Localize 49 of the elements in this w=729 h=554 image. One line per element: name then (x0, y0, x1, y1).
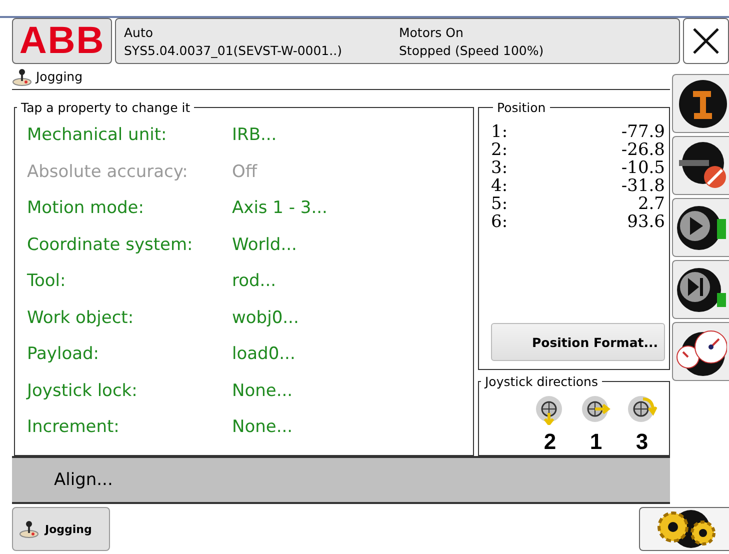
operating-mode: Auto (124, 24, 154, 40)
property-row[interactable]: Joystick lock: None... (27, 372, 461, 409)
axis-label: 3: (491, 159, 508, 177)
joystick-direction-icon (535, 395, 565, 425)
align-button[interactable]: Align... (50, 466, 117, 494)
quickset-button[interactable] (639, 507, 729, 551)
close-button[interactable] (683, 18, 729, 64)
side-button[interactable] (672, 260, 729, 319)
close-icon (691, 26, 721, 56)
direction-label: 3 (636, 429, 648, 455)
side-button[interactable] (672, 198, 729, 257)
axis-value: -31.8 (621, 177, 665, 195)
property-row[interactable]: Increment: None... (27, 409, 461, 446)
property-row[interactable]: Work object: wobj0... (27, 300, 461, 336)
axis-value: -10.5 (621, 159, 665, 177)
axis-value: -26.8 (621, 141, 665, 159)
axis-label: 5: (491, 195, 508, 213)
program-state: Stopped (Speed 100%) (399, 42, 545, 58)
window-title: Jogging (36, 69, 83, 84)
joystick-direction-icon (581, 395, 611, 425)
system-name: SYS5.04.0037_01(SEVST-W-0001..) (124, 42, 343, 58)
panel-legend: Joystick directions (481, 374, 602, 389)
direction-label: 2 (544, 429, 556, 455)
property-row[interactable]: Coordinate system: World... (27, 226, 461, 263)
axis-label: 1: (491, 123, 508, 141)
property-row[interactable]: Payload: load0... (27, 336, 461, 372)
direction-label: 1 (590, 429, 602, 455)
joystick-icon (12, 68, 32, 86)
axis-label: 4: (491, 177, 508, 195)
taskbar-button[interactable]: Jogging (12, 507, 110, 551)
property-row[interactable]: Tool: rod... (27, 263, 461, 300)
panel-legend: Tap a property to change it (17, 100, 194, 115)
property-row[interactable]: Motion mode: Axis 1 - 3... (27, 190, 461, 226)
position-format-button[interactable]: Position Format... (491, 323, 665, 361)
abb-logo-button[interactable]: ABB (12, 18, 112, 64)
side-button[interactable] (672, 74, 729, 133)
axis-value: 93.6 (627, 213, 665, 231)
status-bar[interactable]: Auto Motors On SYS5.04.0037_01(SEVST-W-0001..) Stopped (Speed 100%) (115, 18, 680, 64)
axis-label: 6: (491, 213, 508, 231)
axis-value: 2.7 (638, 195, 665, 213)
property-row[interactable]: Mechanical unit: IRB... (27, 117, 461, 154)
side-button[interactable] (672, 136, 729, 195)
axis-label: 2: (491, 141, 508, 159)
motors-status: Motors On (399, 24, 464, 40)
joystick-direction-icon (627, 395, 657, 425)
joystick-icon (19, 520, 39, 538)
side-button[interactable] (672, 322, 729, 381)
panel-legend: Position (493, 100, 550, 115)
axis-value: -77.9 (621, 123, 665, 141)
